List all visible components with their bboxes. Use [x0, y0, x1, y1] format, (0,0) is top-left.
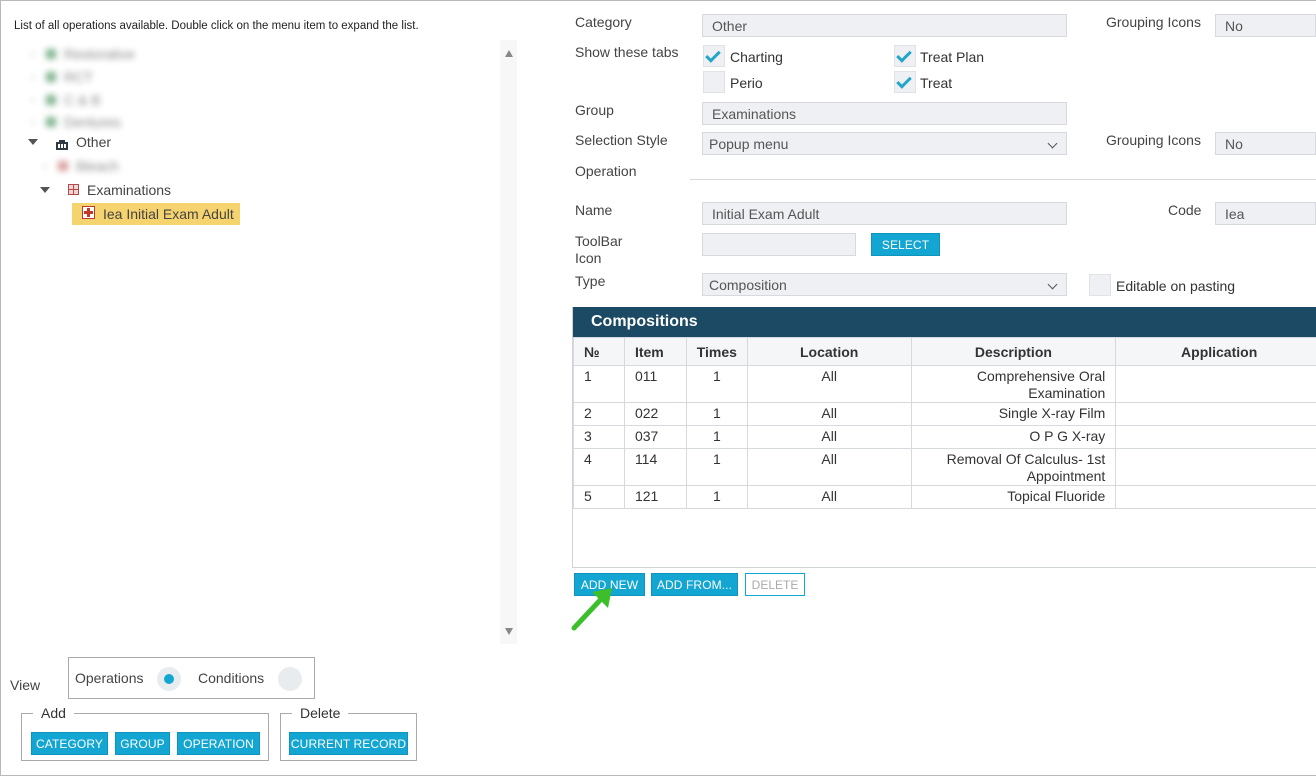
name-label: Name — [575, 202, 613, 218]
medical-cross-icon — [82, 206, 95, 222]
add-operation-button[interactable]: OPERATION — [177, 732, 260, 755]
table-row[interactable]: 4 114 1 All Removal Of Calculus- 1st App… — [573, 448, 1316, 486]
delete-current-record-button[interactable]: CURRENT RECORD — [289, 732, 408, 755]
add-from-button[interactable]: ADD FROM... — [651, 573, 738, 596]
table-row[interactable]: 1 011 1 All Comprehensive Oral Examinati… — [573, 365, 1316, 403]
type-select[interactable]: Composition — [702, 273, 1067, 296]
annotation-arrow-icon — [571, 588, 612, 631]
scroll-down-arrow-icon[interactable] — [505, 628, 513, 635]
group-icon — [58, 161, 68, 171]
code-label: Code — [1168, 202, 1202, 218]
group-grid-icon — [68, 182, 79, 198]
tab-treat-checkbox[interactable] — [894, 71, 916, 93]
tree-item-other[interactable]: Other — [28, 132, 111, 152]
column-header-application[interactable]: Application — [1115, 337, 1316, 366]
expand-icon[interactable]: › — [26, 117, 40, 128]
conditions-radio-label: Conditions — [198, 670, 265, 686]
column-header-no[interactable]: № — [573, 337, 625, 366]
tab-perio-checkbox[interactable] — [703, 71, 725, 93]
column-header-item[interactable]: Item — [623, 337, 687, 366]
category-icon — [46, 72, 56, 82]
grouping-icons-label: Grouping Icons — [1106, 14, 1201, 30]
section-divider — [690, 179, 1316, 180]
table-row[interactable]: 5 121 1 All Topical Fluoride — [573, 485, 1316, 509]
category-label: Category — [575, 14, 632, 30]
add-group-button[interactable]: GROUP — [115, 732, 170, 755]
column-header-description[interactable]: Description — [910, 337, 1117, 366]
check-icon — [896, 73, 912, 89]
tree-scrollbar[interactable] — [500, 40, 517, 644]
table-row[interactable]: 2 022 1 All Single X-ray Film — [573, 402, 1316, 426]
editable-on-pasting-checkbox[interactable] — [1089, 274, 1111, 296]
group-field[interactable]: Examinations — [702, 102, 1067, 125]
tree-item-blurred[interactable]: › Dentures — [26, 112, 120, 132]
toolbar-icon-field[interactable] — [702, 233, 856, 256]
compositions-table: № Item Times Location Description Applic… — [573, 337, 1316, 509]
check-icon — [896, 47, 912, 63]
tab-treat-label: Treat — [920, 75, 953, 91]
category-icon — [46, 117, 56, 127]
tree-hint-text: List of all operations available. Double… — [14, 20, 419, 32]
collapse-icon[interactable] — [28, 139, 38, 145]
tree-item-blurred-group[interactable]: › Bleach — [38, 156, 118, 176]
toolbar-icon-label-line2: Icon — [575, 250, 602, 266]
operations-radio[interactable] — [157, 667, 181, 691]
tab-charting-label: Charting — [730, 49, 783, 65]
select-icon-button[interactable]: SELECT — [871, 233, 940, 256]
table-row[interactable]: 3 037 1 All O P G X-ray — [573, 425, 1316, 449]
group-label: Group — [575, 102, 614, 118]
toolbar-icon-label-line1: ToolBar — [575, 233, 623, 249]
scroll-up-arrow-icon[interactable] — [505, 50, 513, 57]
compositions-title: Compositions — [573, 307, 1316, 337]
tree-item-blurred[interactable]: › Restorative — [26, 44, 134, 64]
expand-icon[interactable]: › — [26, 49, 40, 60]
collapse-icon[interactable] — [40, 187, 50, 193]
delete-legend: Delete — [292, 705, 349, 721]
expand-icon[interactable]: › — [26, 72, 40, 83]
add-legend: Add — [33, 705, 74, 721]
tree-item-blurred[interactable]: › C & B — [26, 90, 100, 110]
column-header-times[interactable]: Times — [685, 337, 748, 366]
operations-radio-label: Operations — [75, 670, 144, 686]
add-category-button[interactable]: CATEGORY — [31, 732, 108, 755]
tab-charting-checkbox[interactable] — [703, 45, 725, 67]
code-input[interactable]: Iea — [1215, 202, 1316, 225]
tab-perio-label: Perio — [730, 75, 763, 91]
delete-composition-button[interactable]: DELETE — [745, 573, 805, 596]
chevron-down-icon — [1047, 138, 1058, 149]
tab-treat-plan-label: Treat Plan — [920, 49, 985, 65]
tree-item-examinations[interactable]: Examinations — [40, 180, 171, 200]
tab-treat-plan-checkbox[interactable] — [894, 45, 916, 67]
check-icon — [705, 47, 721, 63]
category-icon — [46, 95, 56, 105]
selection-style-select[interactable]: Popup menu — [702, 132, 1067, 155]
name-input[interactable]: Initial Exam Adult — [702, 202, 1067, 225]
expand-icon[interactable]: › — [38, 161, 52, 172]
grouping-icons-label-2: Grouping Icons — [1106, 132, 1201, 148]
operation-section-label: Operation — [575, 163, 637, 179]
column-header-location[interactable]: Location — [746, 337, 912, 366]
grouping-icons-field-2[interactable]: No — [1215, 132, 1316, 155]
grouping-icons-field[interactable]: No — [1215, 14, 1316, 37]
selection-style-label: Selection Style — [575, 132, 668, 148]
conditions-radio[interactable] — [278, 667, 302, 691]
view-label: View — [10, 677, 41, 693]
show-tabs-label: Show these tabs — [575, 44, 679, 60]
category-field[interactable]: Other — [702, 14, 1067, 37]
editable-on-pasting-label: Editable on pasting — [1116, 278, 1236, 294]
tree-item-blurred[interactable]: › RCT — [26, 67, 92, 87]
category-icon — [46, 49, 56, 59]
tree-item-selected-operation[interactable]: Iea Initial Exam Adult — [72, 203, 240, 225]
category-folder-icon — [56, 137, 68, 150]
chevron-down-icon — [1047, 279, 1058, 290]
type-label: Type — [575, 273, 606, 289]
expand-icon[interactable]: › — [26, 95, 40, 106]
